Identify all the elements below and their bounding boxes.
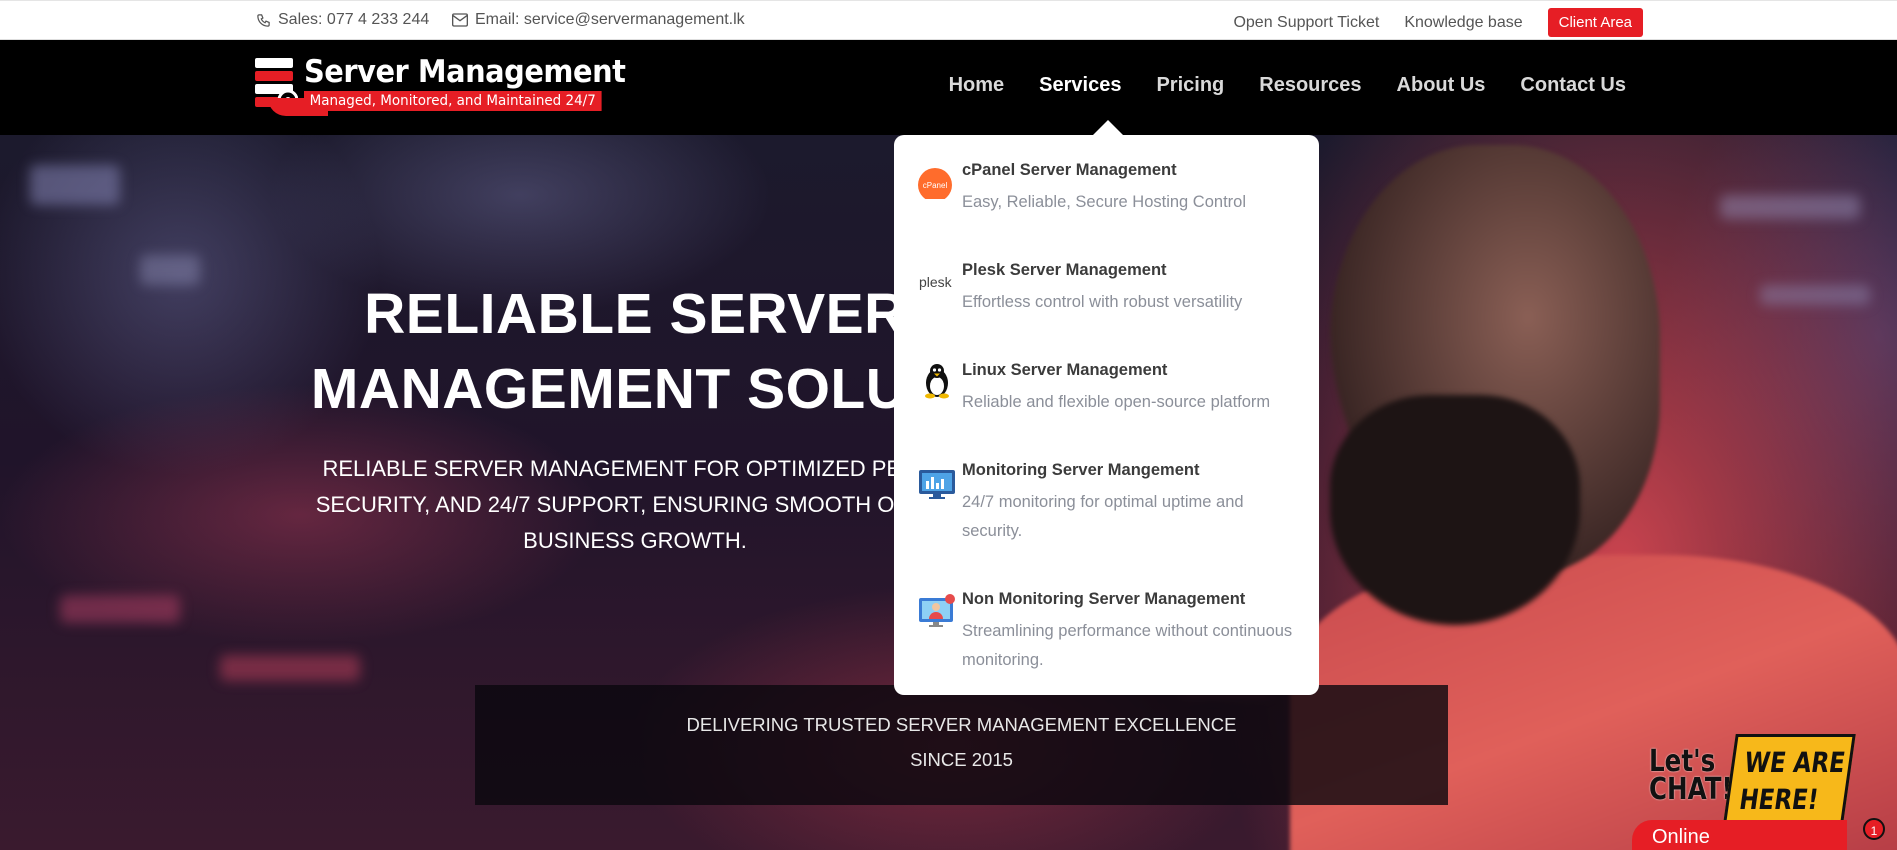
dropdown-item-title: cPanel Server Management [962,161,1177,179]
dropdown-item-desc: Easy, Reliable, Secure Hosting Control [962,193,1246,211]
services-dropdown: cPanel cPanel Server Management Easy, Re… [894,135,1319,695]
nav-home[interactable]: Home [949,74,1005,97]
dropdown-item-title: Plesk Server Management [962,261,1167,279]
chat-sign-line: HERE! [1737,783,1821,816]
dropdown-item-title: Monitoring Server Mangement [962,461,1200,479]
nav-resources[interactable]: Resources [1259,74,1361,97]
logo-title: Server Management [304,54,626,90]
dropdown-item-desc: Reliable and flexible open-source platfo… [962,393,1271,411]
svg-text:plesk: plesk [919,274,953,290]
dropdown-caret [1092,120,1124,136]
email-contact[interactable]: Email: service@servermanagement.lk [452,11,745,29]
sales-contact[interactable]: Sales: 077 4 233 244 [256,11,429,29]
top-bar: Sales: 077 4 233 244 Email: service@serv… [0,0,1897,40]
chat-text-line: CHAT! [1649,772,1733,807]
svg-text:cPanel: cPanel [923,181,948,190]
dropdown-item-desc: Streamlining performance without continu… [962,622,1293,669]
site-logo[interactable]: Server Management Managed, Monitored, an… [254,54,626,116]
linux-tux-icon [925,364,949,399]
nav-contact-us[interactable]: Contact Us [1520,74,1626,97]
chat-online-button[interactable]: Online [1632,820,1847,850]
chat-notification-badge: 1 [1863,818,1885,840]
band-line: DELIVERING TRUSTED SERVER MANAGEMENT EXC… [686,714,1237,735]
hero-band: DELIVERING TRUSTED SERVER MANAGEMENT EXC… [475,685,1448,805]
main-header: Server Management Managed, Monitored, an… [0,40,1897,135]
bg-bokeh [1720,195,1860,219]
main-nav: Home Services Pricing Resources About Us… [949,74,1626,97]
plesk-icon: plesk [919,274,953,290]
knowledge-base-link[interactable]: Knowledge base [1404,14,1522,32]
open-support-ticket-link[interactable]: Open Support Ticket [1233,14,1379,32]
logo-tagline: Managed, Monitored, and Maintained 24/7 [304,91,602,111]
chat-we-are-here-sign: WE ARE HERE! [1722,734,1856,830]
envelope-icon [452,13,468,27]
bg-bokeh [30,165,120,205]
chat-sign-line: WE ARE [1742,746,1848,779]
cpanel-icon: cPanel [918,168,952,199]
dropdown-item-desc: 24/7 monitoring for optimal uptime and s… [962,493,1244,540]
bg-bokeh [1760,285,1870,305]
top-links: Open Support Ticket Knowledge base Clien… [1233,8,1643,37]
phone-icon [257,13,270,27]
sales-phone-text: Sales: 077 4 233 244 [278,11,430,28]
bg-bokeh [140,255,200,285]
nav-about-us[interactable]: About Us [1397,74,1486,97]
hero-band-text: DELIVERING TRUSTED SERVER MANAGEMENT EXC… [475,707,1448,777]
bg-bokeh [60,595,180,623]
dropdown-item-title: Linux Server Management [962,361,1168,379]
band-line: SINCE 2015 [910,749,1013,770]
dropdown-item-desc: Effortless control with robust versatili… [962,293,1243,311]
dropdown-item-title: Non Monitoring Server Management [962,590,1246,608]
chat-widget[interactable]: Let's CHAT! WE ARE HERE! Online 1 [1632,690,1897,850]
nav-services[interactable]: Services [1039,74,1121,97]
screen-user-icon [919,594,955,627]
email-text: Email: service@servermanagement.lk [475,11,745,28]
nav-pricing[interactable]: Pricing [1156,74,1224,97]
client-area-button[interactable]: Client Area [1547,8,1643,37]
bg-bokeh [220,655,360,681]
chat-lets-chat-text: Let's CHAT! [1649,747,1733,807]
hero-person-beard [1330,395,1580,625]
monitor-chart-icon [919,470,955,499]
